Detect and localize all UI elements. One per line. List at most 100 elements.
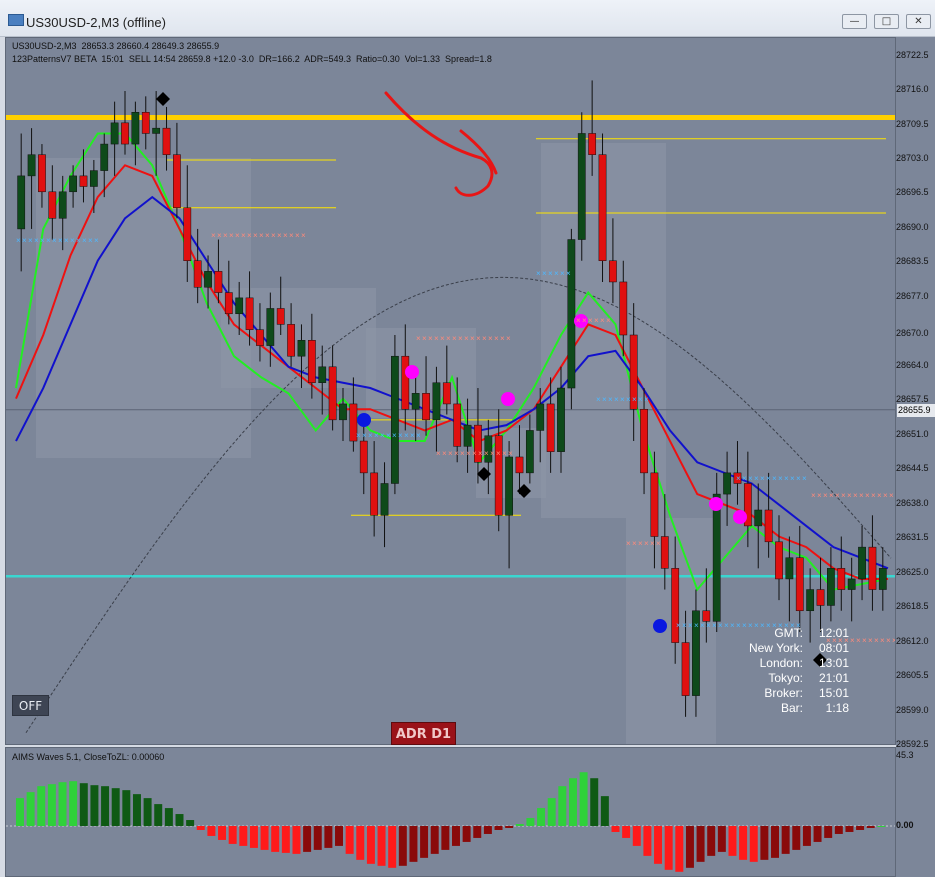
- candle: [453, 403, 462, 447]
- oscillator-bar: [483, 826, 492, 834]
- oscillator-bar: [547, 798, 556, 826]
- candle: [79, 175, 88, 187]
- oscillator-bar: [845, 826, 854, 832]
- signal-x-mark: ×: [211, 231, 216, 240]
- signal-x-mark: ×: [847, 491, 852, 500]
- window-titlebar: US30USD-2,M3 (offline) — □ ✕: [0, 0, 935, 37]
- candle: [131, 111, 140, 145]
- signal-x-mark: ×: [877, 491, 882, 500]
- oscillator-bar: [69, 781, 78, 826]
- oscillator-bar: [313, 826, 322, 850]
- signal-x-mark: ×: [478, 449, 483, 458]
- signal-x-mark: ×: [626, 539, 631, 548]
- price-tick: 28592.5: [896, 739, 929, 749]
- adr-d1-button[interactable]: ADR D1: [391, 722, 456, 745]
- oscillator-bar: [579, 772, 588, 826]
- signal-x-mark: ×: [271, 231, 276, 240]
- signal-x-mark: ×: [502, 449, 507, 458]
- signal-x-mark: ×: [488, 334, 493, 343]
- indicator-header: 123PatternsV7 BETA 15:01 SELL 14:54 2865…: [12, 54, 492, 64]
- minimize-button[interactable]: —: [842, 14, 867, 29]
- signal-x-mark: ×: [374, 431, 379, 440]
- signal-x-mark: ×: [34, 236, 39, 245]
- signal-x-mark: ×: [620, 395, 625, 404]
- candle: [69, 175, 77, 193]
- signal-x-mark: ×: [301, 231, 306, 240]
- signal-x-mark: ×: [283, 231, 288, 240]
- signal-x-mark: ×: [766, 474, 771, 483]
- oscillator-pane[interactable]: [5, 747, 896, 877]
- oscillator-bar: [303, 826, 312, 852]
- candle: [204, 271, 212, 288]
- oscillator-bar: [366, 826, 375, 864]
- candle: [702, 610, 711, 622]
- oscillator-bar: [58, 782, 67, 826]
- oscillator-bar: [622, 826, 631, 838]
- signal-x-mark: ×: [596, 395, 601, 404]
- oscillator-bar: [760, 826, 769, 860]
- candle: [245, 297, 254, 330]
- signal-x-mark: ×: [606, 316, 611, 325]
- candle: [515, 456, 524, 474]
- price-tick: 28638.0: [896, 497, 929, 508]
- signal-x-mark: ×: [582, 316, 587, 325]
- signal-x-mark: ×: [594, 316, 599, 325]
- signal-x-mark: ×: [829, 491, 834, 500]
- oscillator-bar: [707, 826, 716, 856]
- signal-dot: [709, 497, 723, 511]
- candle: [266, 308, 275, 346]
- price-tick: 28631.5: [896, 532, 929, 543]
- signal-dot: [357, 413, 371, 427]
- signal-x-mark: ×: [608, 395, 613, 404]
- signal-x-mark: ×: [64, 236, 69, 245]
- candle: [48, 191, 57, 219]
- signal-x-mark: ×: [542, 269, 547, 278]
- candle: [391, 355, 399, 484]
- signal-x-mark: ×: [536, 269, 541, 278]
- signal-x-mark: ×: [600, 316, 605, 325]
- clock-time: 12:01: [818, 626, 849, 640]
- oscillator-bar: [568, 778, 577, 826]
- candle: [764, 509, 773, 543]
- clock-time: 21:01: [818, 671, 849, 685]
- signal-x-mark: ×: [650, 539, 655, 548]
- clock-zone-name: Tokyo:: [768, 671, 803, 685]
- oscillator-bar: [409, 826, 418, 862]
- oscillator-bar: [420, 826, 429, 858]
- signal-x-mark: ×: [694, 621, 699, 630]
- price-tick: 28644.5: [896, 463, 929, 474]
- signal-x-mark: ×: [454, 449, 459, 458]
- price-tick: 28625.0: [896, 566, 929, 577]
- close-button[interactable]: ✕: [906, 14, 931, 29]
- signal-x-mark: ×: [865, 491, 870, 500]
- clock-zone-name: GMT:: [774, 626, 803, 640]
- oscillator-bar: [430, 826, 439, 854]
- signal-x-mark: ×: [472, 449, 477, 458]
- signal-x-mark: ×: [748, 474, 753, 483]
- oscillator-bar: [260, 826, 269, 850]
- off-button[interactable]: OFF: [12, 695, 49, 716]
- pattern-diamond: [156, 92, 170, 106]
- oscillator-max-tick: 45.3: [896, 750, 914, 760]
- signal-x-mark: ×: [241, 231, 246, 240]
- signal-x-mark: ×: [362, 431, 367, 440]
- signal-x-mark: ×: [784, 474, 789, 483]
- signal-x-mark: ×: [442, 449, 447, 458]
- signal-x-mark: ×: [853, 491, 858, 500]
- signal-x-mark: ×: [772, 474, 777, 483]
- signal-x-mark: ×: [436, 449, 441, 458]
- signal-x-mark: ×: [392, 431, 397, 440]
- oscillator-bar: [664, 826, 673, 870]
- signal-x-mark: ×: [295, 231, 300, 240]
- signal-x-mark: ×: [259, 231, 264, 240]
- signal-x-mark: ×: [490, 449, 495, 458]
- candle: [193, 260, 202, 288]
- signal-x-mark: ×: [862, 636, 867, 645]
- restore-button[interactable]: □: [874, 14, 899, 29]
- signal-dot: [653, 619, 667, 633]
- oscillator-bar: [281, 826, 290, 853]
- signal-dot: [405, 365, 419, 379]
- candle: [525, 430, 534, 474]
- signal-x-mark: ×: [554, 269, 559, 278]
- oscillator-bar: [632, 826, 641, 846]
